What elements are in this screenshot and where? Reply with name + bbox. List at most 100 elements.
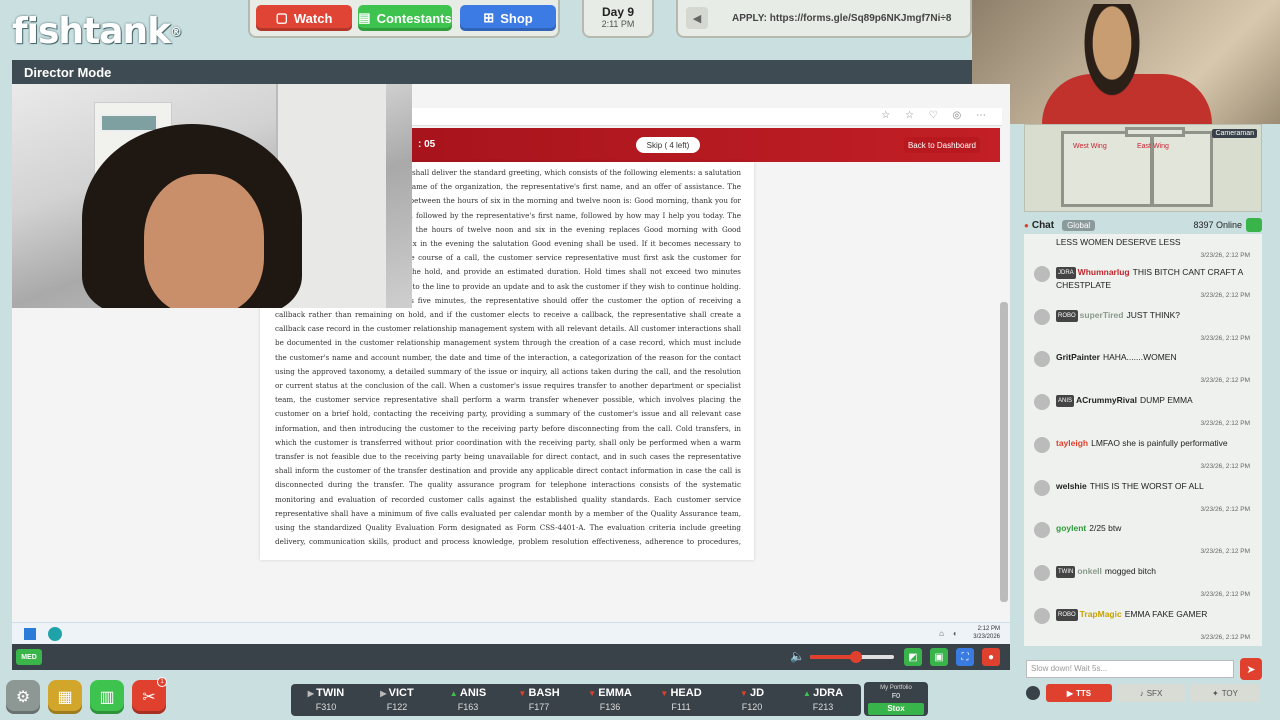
trend-down-icon: ▼: [660, 689, 671, 698]
shop-button[interactable]: ⊞ Shop: [460, 5, 556, 31]
browser-icon[interactable]: [48, 627, 62, 641]
watch-label: Watch: [293, 10, 333, 26]
chat-username[interactable]: onkell: [1077, 566, 1102, 576]
send-icon[interactable]: ➤: [1240, 658, 1262, 680]
volume-knob[interactable]: [850, 651, 863, 663]
browser-toolbar: ☆ ☆ ♡ ◎ ⋯: [412, 108, 1002, 126]
ticker-price: F122: [386, 702, 408, 712]
quality-badge[interactable]: MED: [16, 649, 42, 665]
ticker-symbol-row: ▶ VICT: [362, 686, 432, 701]
avatar[interactable]: [1034, 607, 1050, 624]
ticker-price: F177: [528, 702, 550, 712]
skip-button[interactable]: Skip ( 4 left): [636, 137, 700, 153]
user-team-badge: ROBO: [1056, 309, 1078, 322]
user-team-badge: ROBO: [1056, 608, 1078, 621]
ticker-item[interactable]: ▼ HEAD F111: [646, 686, 716, 714]
avatar[interactable]: [1034, 394, 1050, 411]
system-tray-icons[interactable]: ⌂ ◖: [939, 629, 960, 638]
clock-time: 2:12 PM: [977, 626, 1000, 632]
notification-badge: 1: [157, 677, 167, 687]
ticker-item[interactable]: ▼ EMMA F136: [575, 686, 645, 714]
chat-message-list[interactable]: LESS WOMEN DESERVE LESS JDRA Whumnarlug TH…: [1024, 234, 1262, 646]
chat-username[interactable]: superTired: [1080, 310, 1124, 320]
stock-ticker[interactable]: ▶ TWIN F310 ▶ VICT F122 ▲ ANIS F163 ▼ BASH F177…: [291, 684, 861, 716]
chat-input[interactable]: Slow down! Wait 5s...: [1026, 660, 1234, 678]
avatar[interactable]: [1034, 522, 1050, 539]
fishtank-logo[interactable]: fishtank®: [12, 10, 182, 54]
portfolio-value: F0: [891, 693, 901, 700]
ticker-price: F111: [671, 702, 691, 712]
chat-username[interactable]: tayleigh: [1056, 438, 1088, 448]
chat-scope-badge[interactable]: Global: [1062, 219, 1096, 231]
ticker-item[interactable]: ▶ TWIN F310: [291, 686, 361, 714]
toy-button[interactable]: ✦ TOY: [1190, 684, 1260, 702]
inventory-icon[interactable]: ▦: [48, 680, 82, 714]
avatar[interactable]: [1034, 479, 1050, 496]
stox-button[interactable]: Stox: [868, 703, 924, 715]
megaphone-icon: ▶: [1066, 688, 1074, 698]
webcam-face: [144, 174, 264, 308]
director-mode-header: Director Mode: [12, 60, 972, 84]
chat-message-body: JDRA Whumnarlug THIS BITCH CANT CRAFT A CH…: [1056, 266, 1256, 291]
ticker-item[interactable]: ▼ JD F120: [717, 686, 787, 714]
browser-toolbar-icons[interactable]: ☆ ☆ ♡ ◎ ⋯: [881, 110, 992, 121]
volume-slider[interactable]: [810, 651, 894, 663]
back-to-dashboard-button[interactable]: Back to Dashboard: [904, 137, 980, 153]
chat-text: THIS IS THE WORST OF ALL: [1089, 480, 1204, 491]
trend-flat-icon: ▶: [307, 689, 317, 698]
apply-banner[interactable]: ◀ APPLY: https://forms.gle/Sq89p6NKJmgf7…: [676, 0, 972, 38]
chat-username[interactable]: GritPainter: [1056, 352, 1100, 362]
ticker-symbol-row: ▼ HEAD: [646, 686, 716, 701]
trend-flat-icon: ▶: [380, 689, 389, 698]
screenshot-icon[interactable]: ▣: [930, 648, 948, 666]
chat-username[interactable]: goylent: [1056, 523, 1086, 533]
chat-message-body: tayleigh LMFAO she is painfully performat…: [1056, 437, 1256, 449]
volume-icon[interactable]: 🔈: [790, 649, 805, 663]
contestants-label: Contestants: [376, 10, 452, 26]
emoji-icon[interactable]: [1026, 686, 1040, 700]
trend-down-icon: ▼: [588, 689, 599, 698]
chat-message-body: welshie THIS IS THE WORST OF ALL: [1056, 480, 1256, 492]
page-scrollbar[interactable]: [1000, 302, 1008, 602]
contestants-button[interactable]: ▤ Contestants: [358, 5, 452, 31]
avatar[interactable]: [1034, 564, 1050, 581]
chat-username[interactable]: TrapMagic: [1080, 609, 1122, 619]
avatar[interactable]: [1034, 351, 1050, 368]
cameraman-tag[interactable]: Cameraman: [1212, 129, 1257, 138]
windows-start-icon[interactable]: [24, 628, 36, 640]
settings-icon[interactable]: ⚙: [6, 680, 40, 714]
sfx-label: SFX: [1146, 688, 1163, 698]
trend-up-icon: ▲: [802, 689, 814, 698]
users-icon: ▤: [358, 10, 371, 25]
chat-username[interactable]: welshie: [1056, 481, 1087, 491]
chat-users-icon[interactable]: [1246, 218, 1262, 232]
fullscreen-icon[interactable]: ⛶: [956, 648, 974, 666]
watch-button[interactable]: ▢ Watch: [256, 5, 352, 31]
avatar[interactable]: [1034, 266, 1050, 282]
ticker-item[interactable]: ▲ ANIS F163: [433, 686, 503, 714]
back-arrow-icon[interactable]: ◀: [686, 7, 708, 29]
online-count: 8397 Online: [1193, 220, 1242, 230]
day-time: 2:11 PM: [601, 19, 635, 29]
record-icon[interactable]: ●: [982, 648, 1000, 666]
sfx-button[interactable]: ♪ SFX: [1116, 684, 1186, 702]
chat-username[interactable]: ACrummyRival: [1076, 395, 1137, 405]
chat-timestamp: 3/23/26, 2:12 PM: [1200, 633, 1250, 641]
avatar[interactable]: [1034, 436, 1050, 453]
ticker-symbol-row: ▲ ANIS: [433, 686, 503, 701]
map-room[interactable]: [1125, 127, 1185, 137]
house-map[interactable]: West Wing East Wing Cameraman: [1024, 124, 1262, 212]
chat-text: LESS WOMEN DESERVE LESS: [1056, 237, 1181, 247]
stocks-icon[interactable]: ▥: [90, 680, 124, 714]
chat-timestamp: 3/23/26, 2:12 PM: [1200, 377, 1250, 385]
chat-timestamp: 3/23/26, 2:12 PM: [1200, 505, 1250, 513]
ticker-symbol: EMMA: [598, 687, 632, 699]
clip-icon[interactable]: ◩: [904, 648, 922, 666]
ticker-item[interactable]: ▲ JDRA F213: [788, 686, 858, 714]
avatar[interactable]: [1034, 308, 1050, 325]
chat-username[interactable]: Whumnarlug: [1078, 267, 1130, 277]
apply-text: APPLY: https://forms.gle/Sq89p6NKJmgf7Ni…: [732, 12, 952, 24]
ticker-item[interactable]: ▶ VICT F122: [362, 686, 432, 714]
tts-button[interactable]: ▶ TTS: [1046, 684, 1112, 702]
ticker-item[interactable]: ▼ BASH F177: [504, 686, 574, 714]
